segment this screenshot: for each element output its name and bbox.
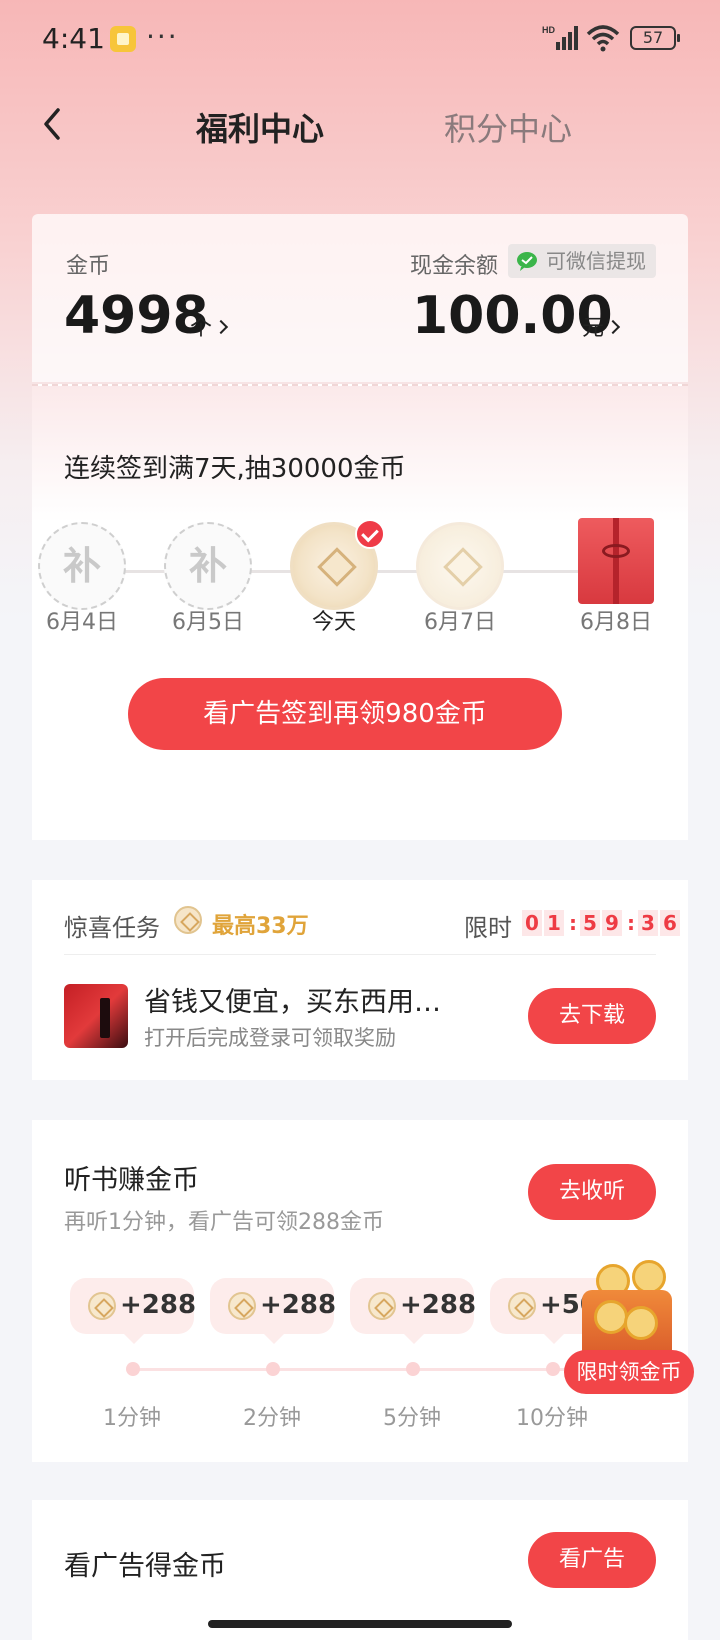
cash-unit-link[interactable]: 元 <box>582 310 621 342</box>
makeup-checkin-day-2[interactable]: 补 <box>164 522 252 610</box>
progress-dot <box>406 1362 420 1376</box>
timer-digit: 9 <box>602 910 622 936</box>
surprise-task-title: 惊喜任务 <box>64 914 160 942</box>
coin-icon <box>632 1260 666 1294</box>
promo-label: 限时领金币 <box>564 1350 694 1394</box>
coin-balance[interactable]: 4998 <box>64 286 209 346</box>
status-more-icon: ··· <box>146 20 179 53</box>
coin-icon <box>228 1292 256 1320</box>
go-listen-button[interactable]: 去收听 <box>528 1164 656 1220</box>
wifi-icon <box>586 25 620 52</box>
progress-dot <box>546 1362 560 1376</box>
coin-diamond-icon <box>317 547 357 587</box>
wechat-icon <box>517 252 537 271</box>
download-button[interactable]: 去下载 <box>528 988 656 1044</box>
checkin-day-label-today: 今天 <box>311 610 356 635</box>
coin-icon <box>508 1292 536 1320</box>
status-bar: 4:41 ··· HD 57 <box>0 0 720 80</box>
timer-digit: 6 <box>660 910 680 936</box>
reward-bubble: +288 <box>210 1278 337 1344</box>
tab-welfare-center[interactable]: 福利中心 <box>196 104 324 150</box>
checkin-day-label: 6月5日 <box>172 610 244 635</box>
countdown-timer: 0 1 : 5 9 : 3 6 <box>522 910 682 936</box>
coin-unit-link[interactable]: 个 <box>190 310 229 342</box>
chevron-right-icon <box>605 319 621 335</box>
watch-ad-checkin-button[interactable]: 看广告签到再领980金币 <box>128 678 562 750</box>
timer-separator: : <box>569 911 577 935</box>
minute-label: 10分钟 <box>516 1406 588 1431</box>
reward-amount: +288 <box>120 1290 197 1320</box>
tab-points-center[interactable]: 积分中心 <box>444 104 572 150</box>
minute-label: 5分钟 <box>383 1406 441 1431</box>
checkin-day-label: 6月4日 <box>46 610 118 635</box>
listen-title: 听书赚金币 <box>64 1165 199 1196</box>
checkin-day-label: 6月8日 <box>580 610 652 635</box>
surprise-task-card: 惊喜任务 最高33万 限时 0 1 : 5 9 : 3 6 省钱又便宜，买东西用… <box>32 880 688 1080</box>
divider <box>64 954 656 955</box>
watch-ad-button[interactable]: 看广告 <box>528 1532 656 1588</box>
svg-text:HD: HD <box>542 25 555 35</box>
limited-time-label: 限时 <box>464 914 512 942</box>
back-arrow-icon[interactable] <box>38 104 68 144</box>
timer-digit: 1 <box>544 910 564 936</box>
coin-icon <box>624 1306 658 1340</box>
makeup-checkin-day-1[interactable]: 补 <box>38 522 126 610</box>
progress-dot <box>266 1362 280 1376</box>
coin-diamond-icon <box>443 547 483 587</box>
home-indicator[interactable] <box>208 1620 512 1628</box>
checkin-card: 连续签到满7天,抽30000金币 补 补 6月4日 6月5日 今天 6月7日 6… <box>32 384 688 840</box>
coin-icon <box>174 906 202 934</box>
timer-digit: 3 <box>638 910 658 936</box>
coin-unit: 个 <box>190 316 213 341</box>
checkin-title: 连续签到满7天,抽30000金币 <box>64 454 406 484</box>
coin-label: 金币 <box>66 254 111 279</box>
checkin-upcoming-coin <box>416 522 504 610</box>
limited-coin-promo[interactable]: 限时领金币 <box>560 1260 704 1400</box>
notification-app-icon <box>110 26 136 52</box>
coin-icon <box>88 1292 116 1320</box>
gift-box-icon[interactable] <box>578 518 654 604</box>
cash-label: 现金余额 <box>410 254 499 279</box>
timer-digit: 0 <box>522 910 542 936</box>
task-app-thumbnail <box>64 984 128 1048</box>
timer-separator: : <box>627 911 635 935</box>
chevron-right-icon <box>213 319 229 335</box>
cellular-signal-icon: HD <box>542 25 578 50</box>
ad-title: 看广告得金币 <box>64 1551 226 1582</box>
status-time: 4:41 <box>42 22 105 55</box>
balance-card: 金币 4998 个 现金余额 可微信提现 100.00 元 <box>32 214 688 382</box>
reward-bubble: +288 <box>70 1278 197 1344</box>
timer-digit: 5 <box>580 910 600 936</box>
reward-amount: +288 <box>260 1290 337 1320</box>
checkin-today-coin <box>290 519 385 610</box>
task-subtitle: 打开后完成登录可领取奖励 <box>144 1026 396 1050</box>
max-reward: 最高33万 <box>212 914 309 939</box>
minute-label: 1分钟 <box>103 1406 161 1431</box>
wechat-badge-text: 可微信提现 <box>546 249 646 273</box>
wechat-withdraw-badge[interactable]: 可微信提现 <box>508 244 656 278</box>
coin-icon <box>368 1292 396 1320</box>
battery-icon: 57 <box>630 26 680 50</box>
task-headline: 省钱又便宜，买东西用… <box>144 987 441 1018</box>
watch-ad-card: 看广告得金币 看广告 <box>32 1500 688 1640</box>
listen-subtitle: 再听1分钟，看广告可领288金币 <box>64 1210 384 1235</box>
checked-icon <box>355 519 385 549</box>
coin-icon <box>594 1300 628 1334</box>
cash-unit: 元 <box>582 316 605 341</box>
reward-bubble: +288 <box>350 1278 477 1344</box>
checkin-day-label: 6月7日 <box>424 610 496 635</box>
progress-dot <box>126 1362 140 1376</box>
minute-label: 2分钟 <box>243 1406 301 1431</box>
gift-bow <box>602 544 630 558</box>
reward-amount: +288 <box>400 1290 477 1320</box>
